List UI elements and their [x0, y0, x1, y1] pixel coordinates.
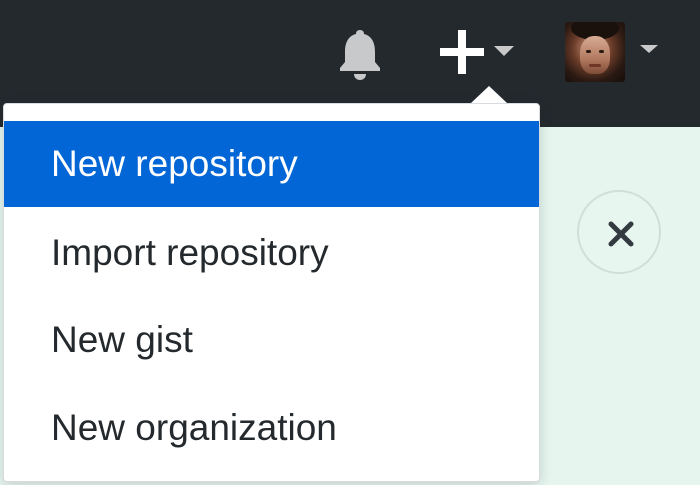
menu-item-new-organization[interactable]: New organization: [4, 385, 539, 471]
chevron-down-icon: [494, 46, 514, 56]
plus-icon: [440, 30, 484, 74]
menu-item-import-repository[interactable]: Import repository: [4, 210, 539, 296]
user-menu-button[interactable]: [560, 18, 670, 84]
dismiss-banner-button[interactable]: [577, 190, 661, 274]
dropdown-caret: [471, 86, 507, 103]
chevron-down-icon: [640, 45, 658, 53]
bell-icon: [340, 30, 380, 80]
create-new-dropdown-button[interactable]: [430, 24, 522, 80]
avatar: [565, 22, 625, 82]
create-new-dropdown-menu: New repository Import repository New gis…: [3, 103, 540, 482]
menu-item-new-repository[interactable]: New repository: [4, 121, 539, 207]
notifications-button[interactable]: [336, 26, 384, 82]
close-icon: [608, 221, 634, 247]
menu-item-new-gist[interactable]: New gist: [4, 297, 539, 383]
